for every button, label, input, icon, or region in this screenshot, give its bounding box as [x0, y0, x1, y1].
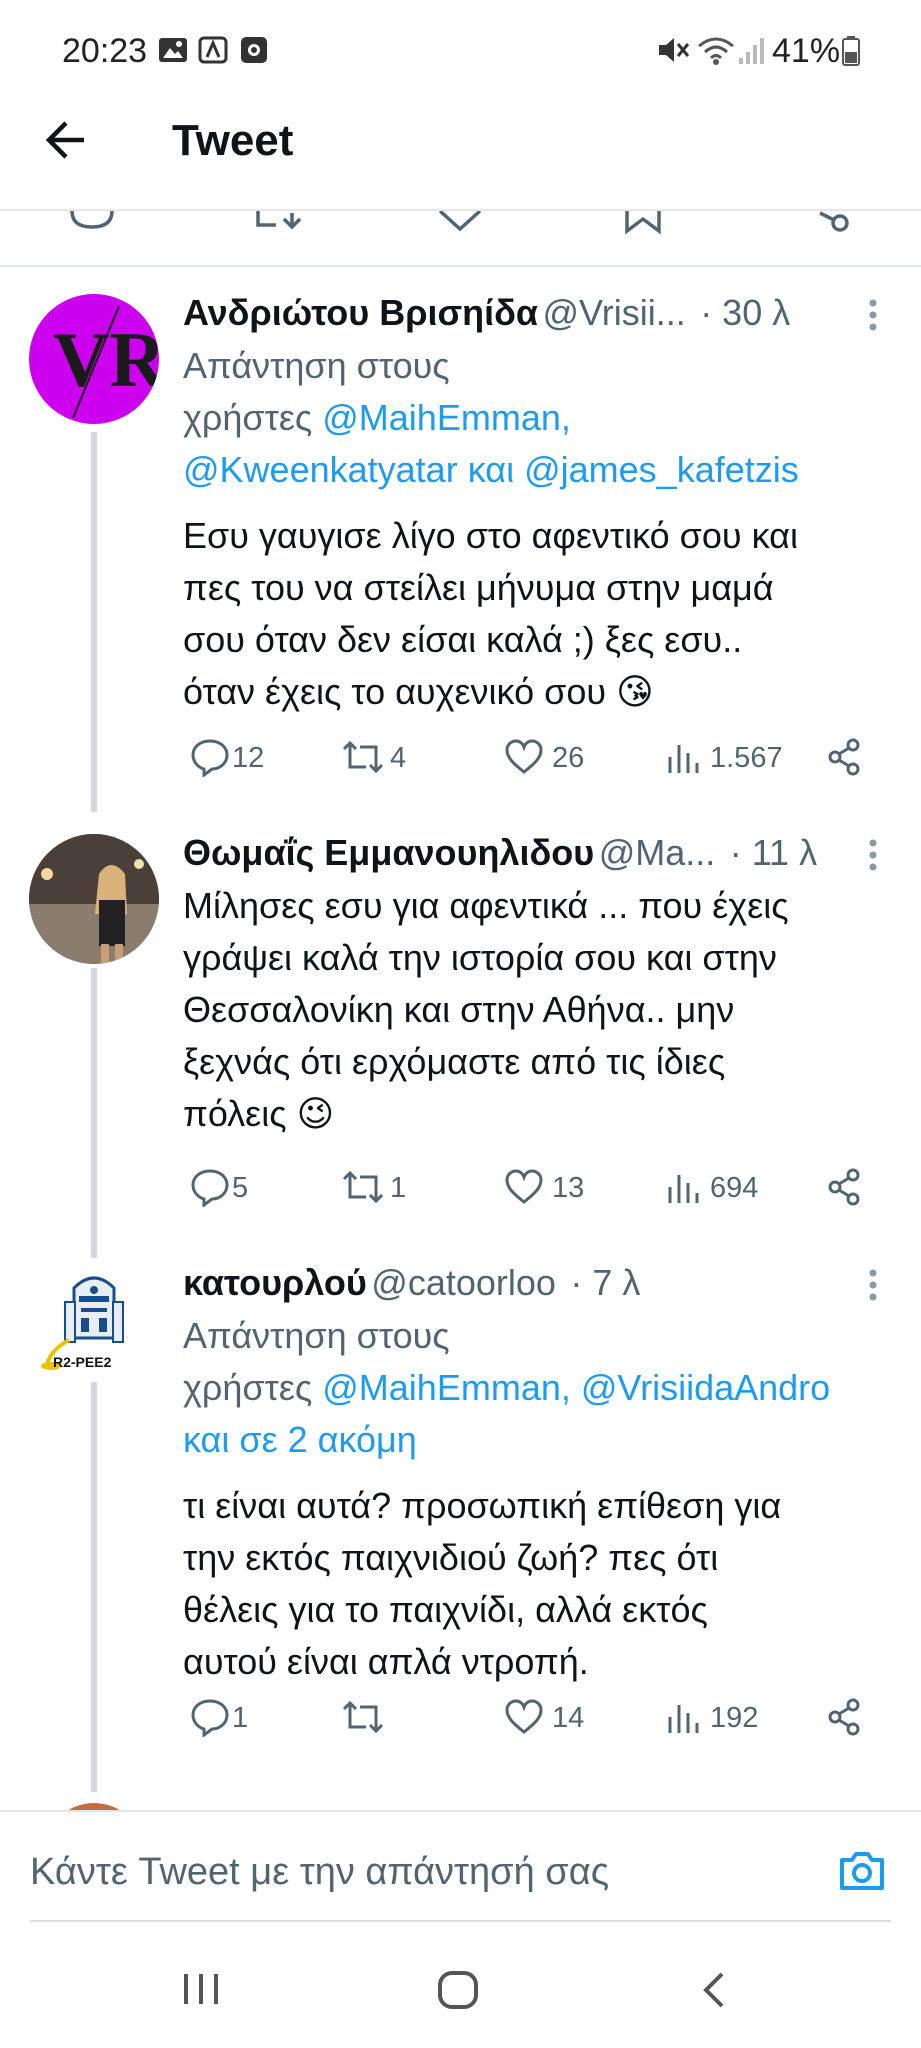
views-icon	[668, 745, 699, 773]
tweet-text-line: θέλεις για το παιχνίδι, αλλά εκτός	[183, 1589, 708, 1630]
retweet-count: 1	[390, 1172, 407, 1204]
tweet-text-line: ξεχνάς ότι ερχόμαστε από τις ίδιες	[183, 1041, 726, 1082]
tweet-text-line: πόλεις 😉	[183, 1093, 335, 1134]
mention-more-link[interactable]: και σε 2 ακόμη	[183, 1419, 417, 1460]
avatar[interactable]: VR	[29, 294, 159, 424]
gallery-notification-icon	[158, 36, 188, 64]
reply-context-label: Απάντηση στους	[183, 345, 450, 386]
author-name[interactable]: Θωμαΐς Εμμανουηλιδου	[183, 832, 594, 873]
tweet-text-line: σου όταν δεν είσαι καλά ;) ξες εσυ..	[183, 619, 743, 660]
views-count: 694	[710, 1172, 759, 1204]
avatar[interactable]	[29, 834, 159, 964]
tweet-text-line: πες του να στείλει μήνυμα στην μαμά	[183, 567, 774, 608]
reply-count: 5	[232, 1172, 249, 1204]
reply-context-label: Απάντηση στους	[183, 1315, 450, 1356]
views-icon	[668, 1175, 699, 1203]
avatar[interactable]: R2-PEE2	[39, 1268, 149, 1378]
signal-icon	[738, 36, 766, 66]
tweet-text: τι είναι αυτά? προσωπική επίθεση για την…	[183, 1480, 903, 1688]
status-time: 20:23	[62, 32, 148, 70]
more-icon[interactable]	[868, 298, 878, 332]
tweet-text-line: Εσυ γαυγισε λίγο στο αφεντικό σου και	[183, 515, 798, 556]
retweet-icon	[342, 1170, 384, 1204]
reply-context: Απάντηση στους χρήστες @MaihEmman, @Vris…	[183, 1310, 913, 1466]
share-icon[interactable]	[826, 1697, 862, 1737]
mention-link[interactable]: @Kweenkatyatar	[183, 449, 458, 490]
tweet-text-line: Θεσσαλονίκη και στην Αθήνα.. μην	[183, 989, 735, 1030]
app-notification-icon	[198, 36, 228, 64]
like-icon	[505, 1169, 543, 1204]
author-handle[interactable]: @catoorloo	[371, 1262, 556, 1303]
mention-link[interactable]: @VrisiidaAndro	[581, 1367, 830, 1408]
main-tweet-separator	[0, 265, 921, 267]
author-name[interactable]: κατουρλού	[183, 1262, 367, 1303]
author-handle[interactable]: @Vrisii...	[543, 292, 686, 333]
reply-tweet[interactable]: R2-PEE2 κατουρλού @catoorloo · 7 λ Απάντ…	[0, 1240, 921, 1800]
battery-icon	[842, 36, 860, 66]
tweet-text-line: γράψει καλά την ιστορία σου και στην	[183, 937, 777, 978]
mute-icon	[656, 34, 690, 66]
page-title: Tweet	[172, 116, 294, 165]
retweet-icon	[342, 1700, 384, 1734]
reply-compose-input[interactable]: Κάντε Tweet με την απάντησή σας	[30, 1851, 609, 1894]
tweet-time: · 7 λ	[570, 1262, 641, 1303]
avatar	[44, 1803, 144, 1810]
wifi-icon	[696, 34, 736, 66]
author-handle[interactable]: @Ma...	[599, 832, 716, 873]
reply-icon	[191, 1699, 229, 1737]
like-count: 14	[552, 1702, 585, 1734]
reply-context: Απάντηση στους χρήστες @MaihEmman, @Kwee…	[183, 340, 903, 496]
like-count: 13	[552, 1172, 585, 1204]
author-name[interactable]: Ανδριώτου Βρισηίδα	[183, 292, 538, 333]
svg-text:VR: VR	[53, 316, 159, 403]
reply-tweet[interactable]: Θωμαΐς Εμμανουηλιδου @Ma... · 11 λ Μίλησ…	[0, 810, 921, 1250]
recent-apps-icon[interactable]	[182, 1972, 220, 2006]
mention-link[interactable]: @james_kafetzis	[524, 449, 799, 490]
reply-count: 12	[232, 742, 265, 774]
tweet-text-line: όταν έχεις το αυχενικό σου 😘	[183, 671, 654, 712]
like-icon	[505, 739, 543, 774]
tweet-text: Εσυ γαυγισε λίγο στο αφεντικό σου και πε…	[183, 510, 903, 718]
reply-count: 1	[232, 1702, 249, 1734]
more-icon[interactable]	[868, 838, 878, 872]
views-count: 1.567	[710, 742, 783, 774]
tweet-text: Μίλησες εσυ για αφεντικά ... που έχεις γ…	[183, 880, 903, 1140]
mention-link[interactable]: @MaihEmman,	[322, 397, 571, 438]
nav-back-icon[interactable]	[700, 1970, 728, 2010]
back-arrow-icon[interactable]	[44, 118, 88, 162]
mention-and: και	[467, 449, 515, 490]
camera-icon[interactable]	[838, 1850, 886, 1892]
like-icon	[505, 1699, 543, 1734]
battery-percentage: 41%	[772, 32, 841, 70]
main-tweet-actions-clipped	[0, 211, 921, 241]
like-count: 26	[552, 742, 585, 774]
share-icon[interactable]	[826, 1167, 862, 1207]
tweet-text-line: αυτού είναι απλά ντροπή.	[183, 1641, 589, 1682]
tweet-text-line: Μίλησες εσυ για αφεντικά ... που έχεις	[183, 885, 789, 926]
reply-icon	[191, 739, 229, 777]
compose-divider	[0, 1810, 921, 1812]
screen-record-icon	[240, 36, 268, 64]
reply-tweet[interactable]: VR Ανδριώτου Βρισηίδα @Vrisii... · 30 λ …	[0, 270, 921, 810]
compose-underline	[30, 1920, 891, 1922]
mention-link[interactable]: @MaihEmman,	[322, 1367, 571, 1408]
tweet-text-line: τι είναι αυτά? προσωπική επίθεση για	[183, 1485, 782, 1526]
reply-context-label: χρήστες	[183, 1367, 313, 1408]
home-icon[interactable]	[437, 1970, 479, 2010]
next-tweet-clipped	[0, 1795, 921, 1810]
reply-icon	[191, 1169, 229, 1207]
share-icon[interactable]	[826, 737, 862, 777]
tweet-time: · 11 λ	[729, 832, 818, 873]
tweet-text-line: την εκτός παιχνιδιού ζωή? πες ότι	[183, 1537, 719, 1578]
tweet-time: · 30 λ	[700, 292, 791, 333]
views-icon	[668, 1705, 699, 1733]
avatar-caption: R2-PEE2	[53, 1354, 112, 1370]
retweet-icon	[342, 740, 384, 774]
reply-context-label: χρήστες	[183, 397, 313, 438]
retweet-count: 4	[390, 742, 407, 774]
views-count: 192	[710, 1702, 759, 1734]
more-icon[interactable]	[868, 1268, 878, 1302]
